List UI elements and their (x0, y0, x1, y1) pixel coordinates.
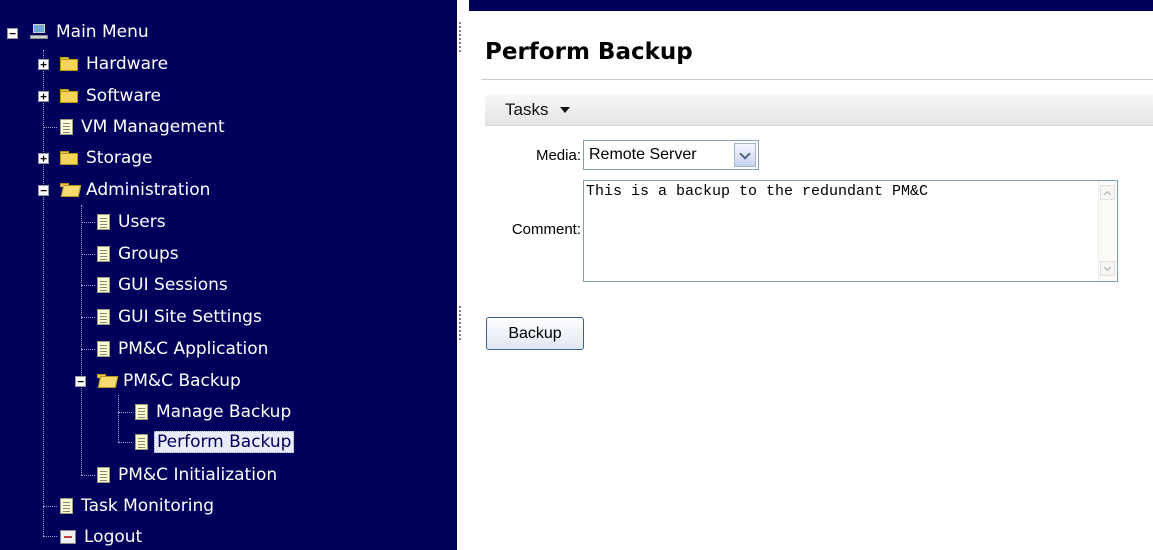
expand-software-toggle[interactable]: + (38, 91, 49, 102)
tree-line (81, 475, 95, 476)
tree-item-vm-management[interactable]: VM Management (60, 113, 227, 141)
tree-item-groups[interactable]: Groups (97, 240, 181, 268)
tree-item-perform-backup[interactable]: Perform Backup (135, 428, 295, 456)
document-icon (135, 404, 148, 420)
main-content: Perform Backup Tasks Media: Remote Serve… (469, 11, 1153, 550)
tree-item-administration[interactable]: Administration (60, 176, 212, 204)
tree-line (81, 222, 95, 223)
tree-item-pmc-initialization[interactable]: PM&C Initialization (97, 461, 279, 489)
chevron-down-icon (1103, 263, 1112, 271)
tasks-menu-label: Tasks (505, 100, 549, 119)
document-icon (97, 341, 110, 357)
tree-item-label: VM Management (81, 117, 225, 137)
tree-item-gui-site-settings[interactable]: GUI Site Settings (97, 303, 264, 331)
tree-item-label: GUI Sessions (118, 275, 228, 295)
tree-item-gui-sessions[interactable]: GUI Sessions (97, 271, 230, 299)
tree-item-label: Manage Backup (156, 402, 292, 422)
tree-item-label: PM&C Initialization (118, 465, 278, 485)
expand-hardware-toggle[interactable]: + (38, 59, 49, 70)
computer-icon (30, 24, 48, 40)
tree-line (118, 395, 119, 442)
navigation-tree: − + + + − − Main Menu Hardware Software … (0, 0, 457, 550)
chevron-down-icon (739, 147, 751, 160)
tree-line (43, 50, 44, 536)
tree-item-label: Logout (84, 527, 143, 547)
scroll-down-button[interactable] (1100, 261, 1115, 276)
media-select-arrow[interactable] (734, 143, 756, 167)
comment-textarea[interactable]: This is a backup to the redundant PM&C (583, 180, 1118, 282)
tree-item-label: PM&C Application (118, 339, 269, 359)
folder-icon (60, 151, 78, 165)
document-icon (97, 467, 110, 483)
tree-item-users[interactable]: Users (97, 208, 168, 236)
tree-item-pmc-backup[interactable]: PM&C Backup (97, 367, 243, 395)
media-label: Media: (535, 147, 581, 164)
tree-line (118, 412, 132, 413)
page-title: Perform Backup (485, 39, 693, 65)
tree-item-hardware[interactable]: Hardware (60, 50, 170, 78)
collapse-main-menu-toggle[interactable]: − (7, 28, 18, 39)
tree-item-label: Storage (86, 148, 153, 168)
tree-line (81, 285, 95, 286)
tree-item-label: Users (118, 212, 166, 232)
tree-item-label: Administration (86, 180, 211, 200)
tree-item-label: PM&C Backup (123, 371, 241, 391)
tree-line (81, 349, 95, 350)
folder-open-icon (97, 374, 119, 388)
tree-item-logout[interactable]: Logout (60, 523, 144, 550)
collapse-administration-toggle[interactable]: − (38, 185, 49, 196)
tree-line (81, 205, 82, 475)
collapse-pmc-backup-toggle[interactable]: − (75, 376, 86, 387)
tree-item-pmc-application[interactable]: PM&C Application (97, 335, 270, 363)
media-select[interactable]: Remote Server (583, 140, 759, 170)
document-icon (97, 309, 110, 325)
expand-storage-toggle[interactable]: + (38, 153, 49, 164)
logout-icon (60, 530, 76, 544)
document-icon (60, 119, 73, 135)
tree-item-label: Main Menu (56, 22, 149, 42)
tree-line (81, 317, 95, 318)
tree-line (81, 254, 95, 255)
dropdown-caret-icon (560, 107, 571, 113)
media-select-value: Remote Server (589, 146, 697, 163)
comment-label: Comment: (511, 221, 581, 238)
tree-line (43, 506, 57, 507)
comment-text: This is a backup to the redundant PM&C (586, 183, 929, 200)
scroll-up-button[interactable] (1100, 185, 1115, 200)
backup-button[interactable]: Backup (486, 317, 584, 350)
tree-item-manage-backup[interactable]: Manage Backup (135, 398, 293, 426)
tree-item-storage[interactable]: Storage (60, 144, 155, 172)
document-icon (135, 434, 148, 450)
document-icon (97, 277, 110, 293)
folder-icon (60, 89, 78, 103)
tree-item-label: Software (86, 86, 161, 106)
document-icon (97, 214, 110, 230)
tree-item-label: Task Monitoring (81, 496, 215, 516)
tree-item-label: Perform Backup (154, 431, 295, 453)
tasks-menu-bar[interactable]: Tasks (485, 95, 1153, 126)
tree-item-main-menu[interactable]: Main Menu (30, 18, 151, 46)
tree-item-label: Hardware (86, 54, 169, 74)
folder-icon (60, 57, 78, 71)
tree-line (43, 536, 57, 537)
top-frame-border (457, 0, 1153, 11)
title-divider (481, 79, 1153, 80)
document-icon (60, 498, 73, 514)
tree-line (118, 442, 132, 443)
tree-line (43, 127, 57, 128)
tree-item-task-monitoring[interactable]: Task Monitoring (60, 492, 216, 520)
folder-open-icon (60, 183, 82, 197)
splitter-grip-top (459, 22, 463, 52)
splitter-grip-mid (459, 306, 463, 340)
comment-scrollbar[interactable] (1098, 181, 1117, 281)
document-icon (97, 246, 110, 262)
chevron-up-icon (1103, 190, 1112, 198)
tree-item-software[interactable]: Software (60, 82, 163, 110)
tree-item-label: Groups (118, 244, 179, 264)
tree-item-label: GUI Site Settings (118, 307, 262, 327)
frame-splitter[interactable] (457, 0, 469, 550)
